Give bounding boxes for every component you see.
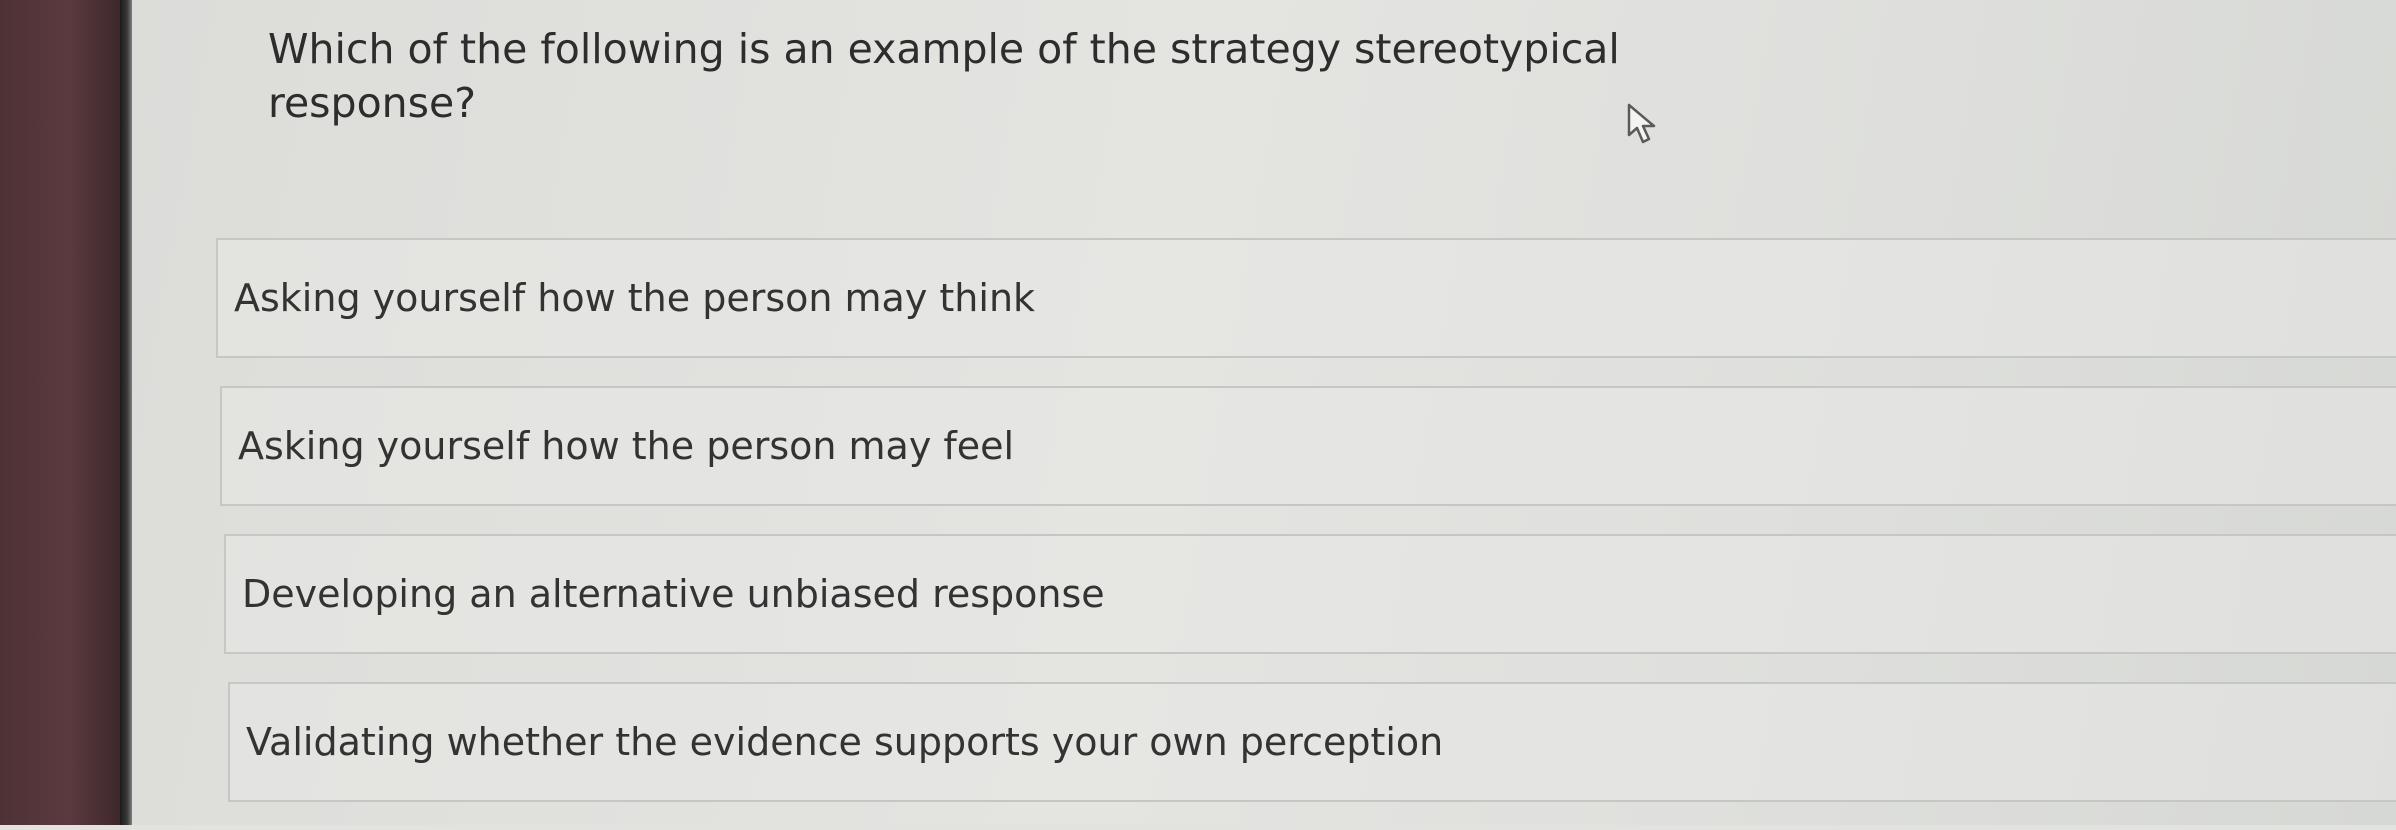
monitor-bezel bbox=[0, 0, 125, 825]
answer-option-1[interactable]: Asking yourself how the person may think bbox=[216, 238, 2396, 358]
mouse-pointer-icon bbox=[1626, 102, 1660, 146]
question-text: Which of the following is an example of … bbox=[268, 25, 1620, 127]
quiz-screen: Which of the following is an example of … bbox=[132, 0, 2396, 825]
answer-option-label: Asking yourself how the person may feel bbox=[238, 424, 1015, 468]
answer-option-label: Developing an alternative unbiased respo… bbox=[242, 572, 1105, 616]
answer-option-label: Validating whether the evidence supports… bbox=[246, 720, 1444, 764]
answer-option-4[interactable]: Validating whether the evidence supports… bbox=[228, 682, 2396, 802]
monitor-bezel-edge bbox=[120, 0, 132, 825]
answer-option-label: Asking yourself how the person may think bbox=[234, 276, 1036, 320]
answer-option-3[interactable]: Developing an alternative unbiased respo… bbox=[224, 534, 2396, 654]
answer-options: Asking yourself how the person may think… bbox=[216, 238, 2396, 830]
answer-option-2[interactable]: Asking yourself how the person may feel bbox=[220, 386, 2396, 506]
